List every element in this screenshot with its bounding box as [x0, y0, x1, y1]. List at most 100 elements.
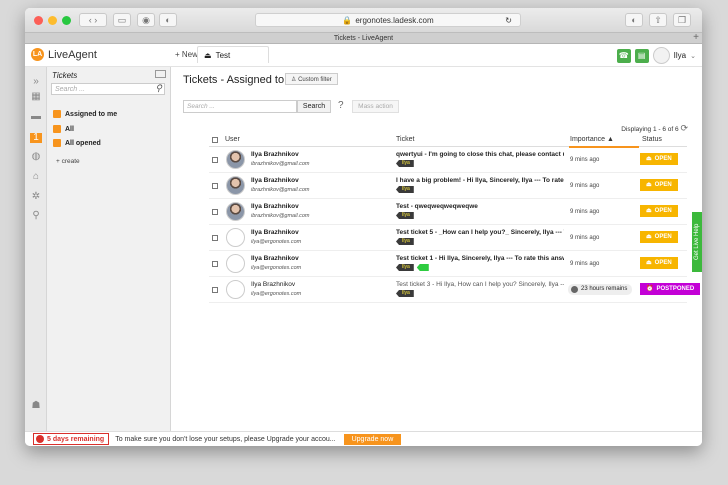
ticket-subject[interactable]: Test ticket 5 - _How can I help you?_ Si…	[396, 229, 564, 236]
dashboard-icon[interactable]: ▦	[30, 92, 42, 102]
table-row[interactable]: Ilya Brazhnikov ibrazhnikov@gmail.com qwer…	[209, 147, 687, 173]
extension-icon[interactable]: ◐	[159, 13, 177, 27]
chats-icon[interactable]: ▬	[30, 112, 42, 122]
column-importance[interactable]: Importance ▲	[570, 136, 614, 143]
help-icon[interactable]: ?	[338, 100, 344, 111]
tag: Ilya	[396, 212, 414, 219]
create-filter-button[interactable]: + create	[56, 158, 80, 165]
browser-titlebar: ‹ › ▭ ◉ ◐ 🔒 ergonotes.ladesk.com ↻ ◐ ⇧ ❐	[25, 8, 702, 33]
row-checkbox[interactable]	[212, 261, 218, 267]
table-row[interactable]: Ilya Brazhnikov ilya@ergonotes.com Test ti…	[209, 277, 701, 303]
status-badge: ⏏ OPEN	[640, 257, 678, 269]
reload-icon[interactable]: ↻	[505, 16, 512, 25]
warning-icon	[36, 435, 44, 443]
new-button[interactable]: + New	[175, 50, 198, 59]
row-checkbox[interactable]	[212, 235, 218, 241]
minimize-icon[interactable]	[48, 16, 57, 25]
browser-tab-title: Tickets - LiveAgent	[333, 35, 394, 42]
avatar	[226, 254, 245, 273]
user-email: ibrazhnikov@gmail.com	[251, 213, 310, 219]
ticket-subject[interactable]: Test ticket 3 - Hi Ilya, How can I help …	[396, 281, 564, 288]
search-icon[interactable]: ⚲	[30, 211, 42, 221]
clock-icon	[571, 286, 578, 293]
mass-action-button[interactable]: Mass action	[352, 100, 399, 113]
custom-filter-button[interactable]: ♙ Custom filter	[285, 73, 338, 85]
ticket-subject[interactable]: Test - qweqweqweqweqwe	[396, 203, 564, 210]
row-checkbox[interactable]	[212, 209, 218, 215]
tab-test-label: Test	[215, 50, 231, 60]
sidebar-item-assigned[interactable]: Assigned to me	[53, 110, 117, 118]
user-name: Ilya Brazhnikov	[251, 255, 299, 262]
status-badge: ⏰ POSTPONED	[640, 283, 701, 295]
phone-icon[interactable]: ☎	[616, 48, 631, 63]
search-icon[interactable]: ⚲	[155, 83, 162, 94]
count-badge	[53, 110, 61, 118]
column-user[interactable]: User	[225, 136, 240, 143]
table-row[interactable]: Ilya Brazhnikov ibrazhnikov@gmail.com I ha…	[209, 173, 687, 199]
ticket-icon: ⏏	[646, 182, 652, 188]
column-status[interactable]: Status	[642, 136, 662, 143]
ticket-subject[interactable]: qwertyui - I'm going to close this chat,…	[396, 151, 564, 158]
expand-icon[interactable]: »	[30, 77, 42, 87]
ticket-subject[interactable]: Test ticket 1 - Hi Ilya, Sincerely, Ilya…	[396, 255, 564, 262]
user-name: Ilya Brazhnikov	[251, 203, 299, 210]
user-menu[interactable]: Ilya	[674, 51, 686, 60]
ticket-subject[interactable]: I have a big problem! - Hi Ilya, Sincere…	[396, 177, 564, 184]
knowledgebase-icon[interactable]: ⌂	[30, 172, 42, 182]
tag: Ilya	[396, 238, 414, 245]
row-checkbox[interactable]	[212, 183, 218, 189]
column-ticket[interactable]: Ticket	[396, 136, 414, 143]
sidebar-item-all-opened[interactable]: All opened	[53, 139, 101, 147]
select-all-checkbox[interactable]	[212, 137, 218, 143]
privacy-icon[interactable]: ◉	[137, 13, 155, 27]
tabs-icon[interactable]: ❐	[673, 13, 691, 27]
ticket-icon: ⏏	[646, 208, 652, 214]
count-badge	[53, 139, 61, 147]
row-checkbox[interactable]	[212, 157, 218, 163]
search-button[interactable]: Search	[297, 100, 331, 113]
search-input[interactable]: Search ...	[183, 100, 297, 113]
avatar[interactable]	[652, 47, 670, 64]
user-name: Ilya Brazhnikov	[251, 177, 299, 184]
upgrade-button[interactable]: Upgrade now	[343, 433, 402, 445]
profile-icon[interactable]: ☗	[30, 401, 42, 411]
status-badge: ⏏ OPEN	[640, 153, 678, 165]
maximize-icon[interactable]	[62, 16, 71, 25]
close-icon[interactable]	[34, 16, 43, 25]
user-icon: ♙	[291, 77, 297, 83]
table-row[interactable]: Ilya Brazhnikov ibrazhnikov@gmail.com Test…	[209, 199, 687, 225]
chevron-down-icon[interactable]: ⌄	[690, 52, 696, 60]
user-email: ilya@ergonotes.com	[251, 265, 302, 271]
ticket-tags: Ilya	[396, 264, 429, 271]
extension-icon-2[interactable]: ◐	[625, 13, 643, 27]
back-forward-buttons[interactable]: ‹ ›	[79, 13, 107, 27]
chat-icon[interactable]: ▤	[634, 48, 649, 63]
address-bar[interactable]: 🔒 ergonotes.ladesk.com ↻	[255, 13, 521, 27]
sidebar-search-input[interactable]: Search ... ⚲	[51, 83, 165, 95]
share-icon[interactable]: ⇧	[649, 13, 667, 27]
browser-tab[interactable]: Tickets - LiveAgent +	[25, 32, 702, 44]
window-controls	[34, 16, 71, 25]
new-tab-icon[interactable]: +	[693, 32, 699, 43]
ticket-tags: Ilya	[396, 186, 414, 193]
upgrade-message: To make sure you don't lose your setups,…	[115, 435, 336, 443]
live-help-tab[interactable]: Get Live Help	[692, 212, 702, 272]
days-remaining-text: 5 days remaining	[47, 435, 105, 443]
logo: LA LiveAgent	[31, 48, 97, 61]
row-checkbox[interactable]	[212, 287, 218, 293]
tickets-icon[interactable]: 1	[30, 133, 42, 143]
list-icon[interactable]	[155, 70, 166, 78]
tab-test[interactable]: ⏏ Test	[197, 46, 269, 63]
sidebar-item-all[interactable]: All	[53, 125, 74, 133]
alarm-icon: ⏰	[646, 286, 654, 292]
ticket-icon: ⏏	[646, 156, 652, 162]
table-row[interactable]: Ilya Brazhnikov ilya@ergonotes.com Test ti…	[209, 251, 687, 277]
settings-icon[interactable]: ✲	[30, 192, 42, 202]
contacts-icon[interactable]: ◍	[30, 152, 42, 162]
browser-window: ‹ › ▭ ◉ ◐ 🔒 ergonotes.ladesk.com ↻ ◐ ⇧ ❐…	[25, 8, 702, 446]
status-text: OPEN	[654, 234, 672, 240]
table-row[interactable]: Ilya Brazhnikov ilya@ergonotes.com Test ti…	[209, 225, 687, 251]
sidebar-icon[interactable]: ▭	[113, 13, 131, 27]
status-text: OPEN	[654, 208, 672, 214]
refresh-icon[interactable]: ⟳	[680, 123, 688, 133]
